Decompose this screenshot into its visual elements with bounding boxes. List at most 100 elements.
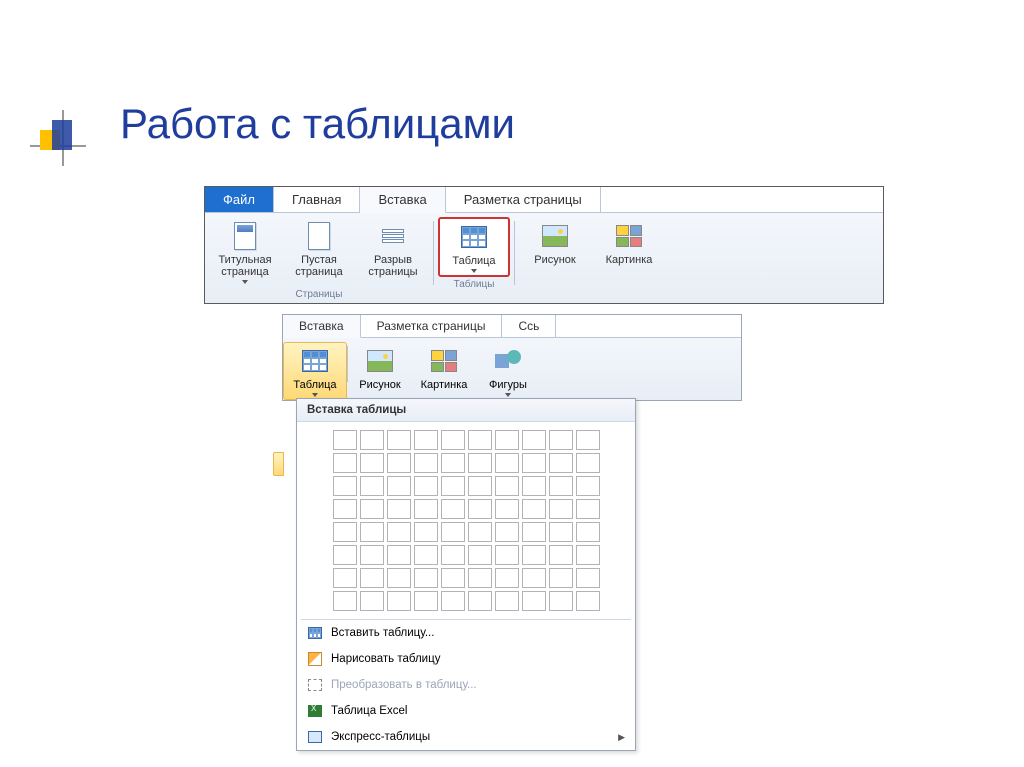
quick-tables-menuitem[interactable]: Экспресс-таблицы ▶ [297,724,635,750]
picture2-button[interactable]: Рисунок [348,342,412,400]
grid-cell[interactable] [360,591,384,611]
grid-cell[interactable] [549,545,573,565]
picture-button[interactable]: Рисунок [519,217,591,269]
tab-home[interactable]: Главная [274,187,360,212]
grid-cell[interactable] [468,453,492,473]
table-size-grid[interactable] [297,422,635,619]
clipart2-button[interactable]: Картинка [412,342,476,400]
tab2-layout[interactable]: Разметка страницы [361,315,503,337]
grid-cell[interactable] [387,499,411,519]
grid-cell[interactable] [360,453,384,473]
table-button[interactable]: Таблица [438,217,510,277]
grid-cell[interactable] [333,453,357,473]
grid-cell[interactable] [549,522,573,542]
grid-cell[interactable] [468,430,492,450]
grid-cell[interactable] [441,545,465,565]
grid-cell[interactable] [360,568,384,588]
grid-cell[interactable] [387,476,411,496]
shapes-button[interactable]: Фигуры [476,342,540,400]
grid-cell[interactable] [387,568,411,588]
grid-cell[interactable] [333,591,357,611]
grid-cell[interactable] [387,453,411,473]
grid-cell[interactable] [441,476,465,496]
excel-table-menuitem[interactable]: Таблица Excel [297,698,635,724]
grid-cell[interactable] [495,545,519,565]
tab-insert[interactable]: Вставка [360,187,445,213]
title-page-button[interactable]: Титульная страница [209,217,281,287]
page-break-button[interactable]: Разрыв страницы [357,217,429,287]
grid-cell[interactable] [522,591,546,611]
grid-cell[interactable] [576,453,600,473]
grid-cell[interactable] [468,591,492,611]
tab2-insert[interactable]: Вставка [283,315,361,338]
grid-cell[interactable] [468,476,492,496]
grid-cell[interactable] [468,522,492,542]
grid-cell[interactable] [576,499,600,519]
grid-cell[interactable] [441,499,465,519]
grid-cell[interactable] [495,522,519,542]
table-button-active[interactable]: Таблица [283,342,347,400]
insert-table-menuitem[interactable]: Вставить таблицу... [297,620,635,646]
grid-cell[interactable] [576,430,600,450]
grid-cell[interactable] [360,476,384,496]
grid-cell[interactable] [441,568,465,588]
grid-cell[interactable] [360,522,384,542]
grid-cell[interactable] [549,568,573,588]
grid-cell[interactable] [441,591,465,611]
grid-cell[interactable] [414,522,438,542]
grid-cell[interactable] [522,430,546,450]
grid-cell[interactable] [468,545,492,565]
grid-cell[interactable] [522,476,546,496]
grid-cell[interactable] [414,499,438,519]
grid-cell[interactable] [414,476,438,496]
grid-cell[interactable] [387,522,411,542]
grid-cell[interactable] [495,476,519,496]
grid-cell[interactable] [495,591,519,611]
grid-cell[interactable] [414,545,438,565]
grid-cell[interactable] [333,430,357,450]
grid-cell[interactable] [549,591,573,611]
grid-cell[interactable] [441,522,465,542]
grid-cell[interactable] [333,476,357,496]
grid-cell[interactable] [549,476,573,496]
clipart-button[interactable]: Картинка [593,217,665,269]
grid-cell[interactable] [522,522,546,542]
grid-cell[interactable] [576,591,600,611]
grid-cell[interactable] [441,430,465,450]
grid-cell[interactable] [414,430,438,450]
grid-cell[interactable] [387,591,411,611]
grid-cell[interactable] [333,568,357,588]
grid-cell[interactable] [522,453,546,473]
grid-cell[interactable] [414,453,438,473]
grid-cell[interactable] [387,430,411,450]
blank-page-button[interactable]: Пустая страница [283,217,355,287]
grid-cell[interactable] [549,499,573,519]
grid-cell[interactable] [576,522,600,542]
grid-cell[interactable] [333,522,357,542]
grid-cell[interactable] [387,545,411,565]
grid-cell[interactable] [522,545,546,565]
grid-cell[interactable] [468,499,492,519]
draw-table-menuitem[interactable]: Нарисовать таблицу [297,646,635,672]
tab-page-layout[interactable]: Разметка страницы [446,187,601,212]
grid-cell[interactable] [576,476,600,496]
grid-cell[interactable] [495,453,519,473]
grid-cell[interactable] [495,499,519,519]
tab-file[interactable]: Файл [205,187,274,212]
grid-cell[interactable] [414,568,438,588]
grid-cell[interactable] [360,430,384,450]
grid-cell[interactable] [441,453,465,473]
grid-cell[interactable] [549,430,573,450]
grid-cell[interactable] [576,568,600,588]
grid-cell[interactable] [576,545,600,565]
grid-cell[interactable] [549,453,573,473]
grid-cell[interactable] [468,568,492,588]
grid-cell[interactable] [495,568,519,588]
grid-cell[interactable] [414,591,438,611]
grid-cell[interactable] [522,568,546,588]
grid-cell[interactable] [360,545,384,565]
tab2-refs[interactable]: Ссь [502,315,556,337]
grid-cell[interactable] [522,499,546,519]
grid-cell[interactable] [495,430,519,450]
grid-cell[interactable] [360,499,384,519]
